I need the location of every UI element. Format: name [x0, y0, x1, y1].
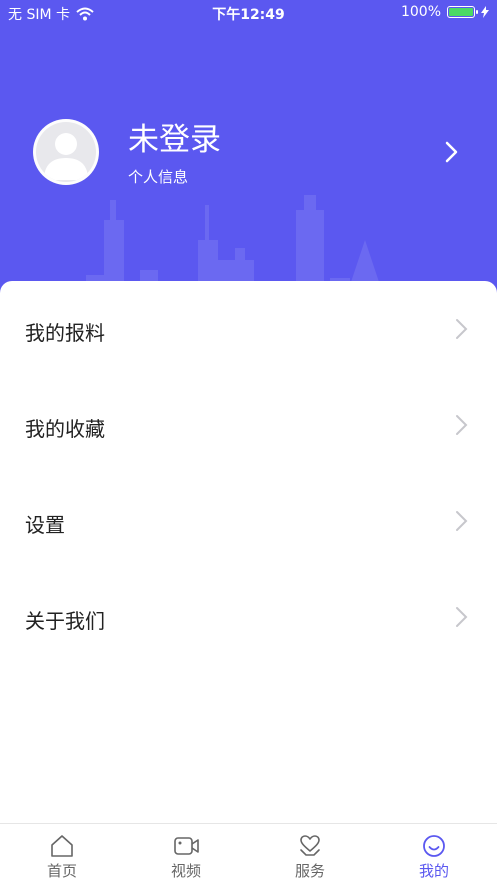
tab-label: 首页: [46, 862, 77, 880]
chevron-right-icon: [456, 607, 468, 627]
menu-card: 我的报料 我的收藏 设置 关于我们: [0, 281, 497, 823]
tab-home[interactable]: 首页: [0, 824, 124, 884]
battery-percent: 100%: [400, 4, 441, 20]
login-status-title[interactable]: 未登录: [128, 114, 221, 159]
tab-service[interactable]: 服务: [248, 824, 372, 884]
personal-info-link[interactable]: 个人信息: [128, 166, 188, 187]
smile-icon: [423, 835, 445, 857]
avatar[interactable]: [33, 119, 99, 185]
chevron-right-icon: [456, 319, 468, 339]
status-bar: 无 SIM 卡 下午12:49 100%: [0, 0, 497, 26]
menu-item-label: 关于我们: [25, 609, 105, 633]
video-icon: [174, 837, 199, 855]
tab-label: 服务: [294, 862, 325, 880]
default-user-icon: [44, 133, 88, 180]
menu-item-settings[interactable]: 设置: [0, 473, 497, 569]
menu-item-reports[interactable]: 我的报料: [0, 281, 497, 377]
tab-video[interactable]: 视频: [124, 824, 248, 884]
charging-bolt-icon: [481, 6, 489, 18]
chevron-right-icon: [456, 415, 468, 435]
chevron-right-icon: [456, 511, 468, 531]
heart-hand-icon: [300, 835, 320, 856]
profile-header: 无 SIM 卡 下午12:49 100% 未登录 个人信息: [0, 0, 497, 300]
home-icon: [51, 835, 73, 857]
tab-label: 我的: [418, 862, 449, 880]
menu-item-about[interactable]: 关于我们: [0, 569, 497, 665]
tab-mine[interactable]: 我的: [372, 824, 496, 884]
battery-level-fill: [449, 8, 473, 16]
menu-item-label: 设置: [25, 513, 65, 537]
menu-item-label: 我的收藏: [25, 417, 105, 441]
menu-item-label: 我的报料: [25, 321, 105, 345]
chevron-right-icon[interactable]: [440, 140, 464, 164]
bottom-tab-bar: 首页 视频 服务 我的: [0, 823, 497, 884]
battery-icon: [447, 6, 478, 18]
tab-label: 视频: [170, 862, 201, 880]
menu-item-favorites[interactable]: 我的收藏: [0, 377, 497, 473]
